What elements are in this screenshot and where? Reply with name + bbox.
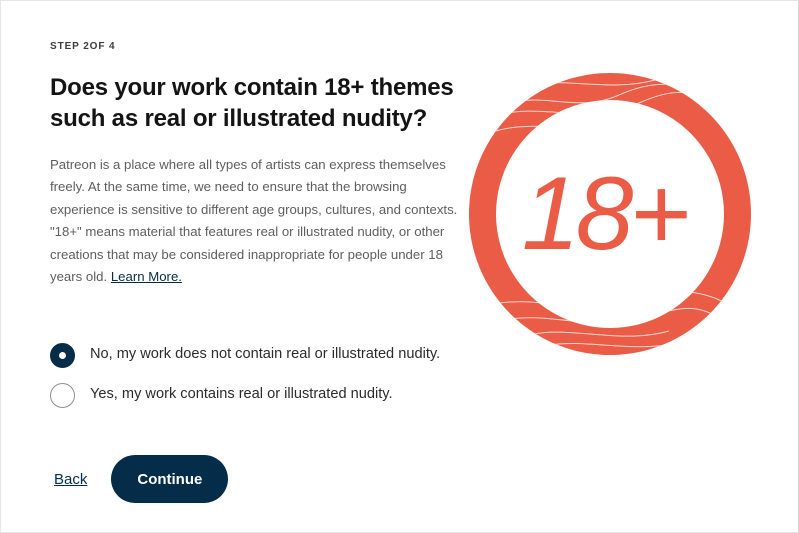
content-column: STEP 2OF 4 Does your work contain 18+ th… [50, 41, 460, 288]
age-18-plus-badge-icon: 18+ [469, 73, 751, 355]
radio-button-selected[interactable] [50, 343, 75, 368]
continue-button[interactable]: Continue [111, 455, 229, 503]
description-text: Patreon is a place where all types of ar… [50, 157, 458, 285]
radio-button-unselected[interactable] [50, 383, 75, 408]
step-indicator: STEP 2OF 4 [50, 41, 116, 52]
back-link[interactable]: Back [54, 471, 87, 488]
form-actions: Back Continue [54, 455, 229, 503]
badge-label: 18+ [522, 156, 688, 272]
page-title: Does your work contain 18+ themes such a… [50, 74, 454, 132]
learn-more-link[interactable]: Learn More. [111, 269, 182, 284]
radio-group: No, my work does not contain real or ill… [50, 342, 470, 408]
option-label: Yes, my work contains real or illustrate… [90, 386, 393, 402]
option-label: No, my work does not contain real or ill… [90, 346, 441, 362]
option-no-nudity[interactable]: No, my work does not contain real or ill… [50, 342, 470, 368]
option-contains-nudity[interactable]: Yes, my work contains real or illustrate… [50, 382, 470, 408]
modal-panel: STEP 2OF 4 Does your work contain 18+ th… [0, 0, 799, 533]
description: Patreon is a place where all types of ar… [50, 154, 460, 288]
